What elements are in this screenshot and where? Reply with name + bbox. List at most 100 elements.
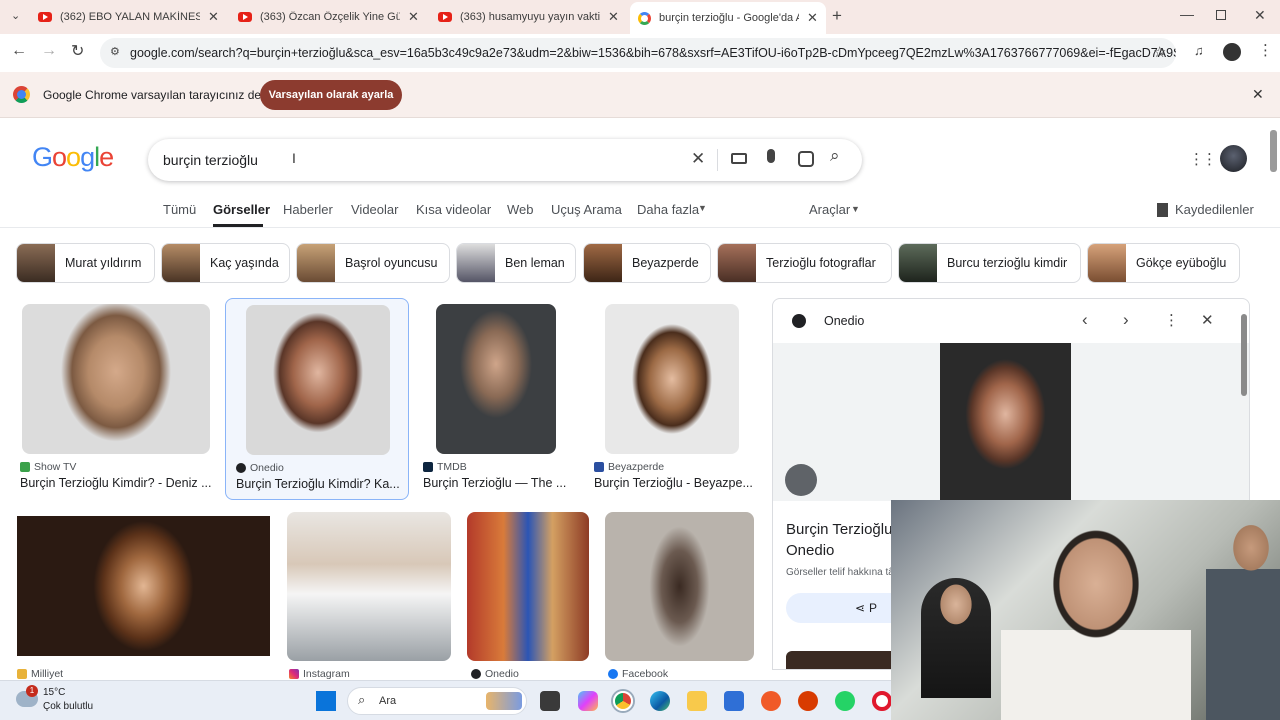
minimize-icon[interactable]: — xyxy=(1180,6,1194,22)
chip-gokce-eyuboglu[interactable]: Gökçe eyüboğlu xyxy=(1087,243,1240,283)
result-source[interactable]: Beyazperde xyxy=(594,461,664,473)
close-notice-icon[interactable]: ✕ xyxy=(1252,86,1264,103)
tab-images[interactable]: Görseller xyxy=(213,202,270,217)
chip-burcu-terzioglu-kimdir[interactable]: Burcu terzioğlu kimdir xyxy=(898,243,1081,283)
office-icon[interactable] xyxy=(798,691,818,711)
copilot-icon[interactable] xyxy=(578,691,598,711)
result-source[interactable]: Show TV xyxy=(20,461,76,473)
image-result[interactable]: Show TV Burçin Terzioğlu Kimdir? - Deniz… xyxy=(16,298,216,498)
tab-news[interactable]: Haberler xyxy=(283,202,333,217)
site-info-icon[interactable]: ⚙ xyxy=(110,45,120,58)
tab-more[interactable]: Daha fazla xyxy=(637,202,699,217)
image-result[interactable]: Instagram xyxy=(287,512,452,682)
chrome-taskbar-icon[interactable] xyxy=(613,691,633,711)
image-result-selected[interactable]: Onedio Burçin Terzioğlu Kimdir? Ka... xyxy=(225,298,409,500)
result-source[interactable]: Onedio xyxy=(471,668,519,680)
result-image[interactable] xyxy=(436,304,556,454)
set-default-button[interactable]: Varsayılan olarak ayarla xyxy=(260,80,402,110)
chip-terzioglu-fotograflar[interactable]: Terzioğlu fotograflar xyxy=(717,243,892,283)
close-tab-icon[interactable]: ✕ xyxy=(608,9,619,25)
browser-tab-active[interactable]: burçin terzioğlu - Google'da Ara ✕ xyxy=(630,2,826,34)
result-title[interactable]: Burçin Terzioğlu Kimdir? Ka... xyxy=(236,477,402,491)
windows-start-icon[interactable] xyxy=(316,691,336,711)
image-result[interactable]: Milliyet xyxy=(17,512,271,682)
page-scrollbar[interactable] xyxy=(1270,130,1277,172)
window-close-icon[interactable]: ✕ xyxy=(1254,7,1266,24)
chip-kac-yasinda[interactable]: Kaç yaşında xyxy=(161,243,290,283)
tab-videos[interactable]: Videolar xyxy=(351,202,398,217)
visual-search-icon[interactable] xyxy=(785,464,817,496)
store-icon[interactable] xyxy=(724,691,744,711)
edge-icon[interactable] xyxy=(650,691,670,711)
result-image[interactable] xyxy=(246,305,390,455)
image-result[interactable]: Beyazperde Burçin Terzioğlu - Beyazpe... xyxy=(590,298,756,498)
search-input[interactable]: burçin terzioğlu xyxy=(163,152,258,168)
result-image[interactable] xyxy=(22,304,210,454)
search-icon[interactable]: ⌕ xyxy=(830,146,840,166)
tab-flights[interactable]: Uçuş Arama xyxy=(551,202,622,217)
panel-title-source[interactable]: Onedio xyxy=(786,542,834,559)
chip-basrol-oyuncusu[interactable]: Başrol oyuncusu xyxy=(296,243,450,283)
keyboard-icon[interactable] xyxy=(731,153,747,164)
media-controls-icon[interactable]: ♫ xyxy=(1194,43,1204,58)
close-tab-icon[interactable]: ✕ xyxy=(408,9,419,25)
saved-link[interactable]: Kaydedilenler xyxy=(1175,202,1254,217)
file-explorer-icon[interactable] xyxy=(687,691,707,711)
result-title[interactable]: Burçin Terzioğlu — The ... xyxy=(423,476,573,490)
tab-web[interactable]: Web xyxy=(507,202,534,217)
image-result[interactable]: Facebook xyxy=(605,512,755,682)
panel-scrollbar[interactable] xyxy=(1241,314,1247,396)
browser-tab-3[interactable]: (363) husamyuyu yayın vakti 10 ✕ xyxy=(430,4,627,30)
clear-search-icon[interactable]: ✕ xyxy=(691,149,705,169)
new-tab-icon[interactable]: + xyxy=(832,6,842,26)
tab-all[interactable]: Tümü xyxy=(163,202,196,217)
url-field[interactable]: ⚙ google.com/search?q=burçin+terzioğlu&s… xyxy=(100,38,1176,68)
tab-search-chevron-icon[interactable]: ⌄ xyxy=(11,9,20,22)
reload-icon[interactable]: ↻ xyxy=(71,41,84,61)
taskbar-search[interactable]: ⌕ Ara xyxy=(347,687,527,715)
result-title[interactable]: Burçin Terzioğlu - Beyazpe... xyxy=(594,476,754,490)
result-image[interactable] xyxy=(287,512,451,661)
task-view-icon[interactable] xyxy=(540,691,560,711)
tab-short-videos[interactable]: Kısa videolar xyxy=(416,202,491,217)
result-source[interactable]: Instagram xyxy=(289,668,350,680)
maximize-icon[interactable] xyxy=(1216,10,1226,20)
browser-tab-1[interactable]: (362) EBO YALAN MAKİNESİNDE ✕ xyxy=(30,4,227,30)
close-tab-icon[interactable]: ✕ xyxy=(208,9,219,25)
result-title[interactable]: Burçin Terzioğlu Kimdir? - Deniz ... xyxy=(20,476,212,490)
account-avatar[interactable] xyxy=(1220,145,1247,172)
panel-title[interactable]: Burçin Terzioğlu xyxy=(786,521,892,538)
result-source[interactable]: Facebook xyxy=(608,668,668,680)
result-image[interactable] xyxy=(467,512,589,661)
result-source[interactable]: TMDB xyxy=(423,461,467,473)
previous-image-icon[interactable]: ‹ xyxy=(1082,310,1088,330)
result-image[interactable] xyxy=(17,516,270,656)
whatsapp-icon[interactable] xyxy=(835,691,855,711)
bookmark-star-icon[interactable]: ☆ xyxy=(1153,43,1166,61)
chip-ben-leman[interactable]: Ben leman xyxy=(456,243,576,283)
result-image[interactable] xyxy=(605,512,754,661)
image-result[interactable]: Onedio xyxy=(467,512,592,682)
opera-icon[interactable] xyxy=(872,691,892,711)
next-image-icon[interactable]: › xyxy=(1123,310,1129,330)
result-source[interactable]: Onedio xyxy=(236,462,284,474)
browser-menu-icon[interactable]: ⋮ xyxy=(1258,41,1273,59)
profile-avatar[interactable] xyxy=(1223,43,1241,61)
panel-source[interactable]: Onedio xyxy=(824,314,864,328)
chip-murat-yildirim[interactable]: Murat yıldırım xyxy=(16,243,155,283)
lens-icon[interactable] xyxy=(798,151,814,167)
app-icon[interactable] xyxy=(761,691,781,711)
preview-image[interactable] xyxy=(940,343,1071,501)
result-source[interactable]: Milliyet xyxy=(17,668,63,680)
microphone-icon[interactable] xyxy=(767,149,775,163)
close-tab-icon[interactable]: ✕ xyxy=(807,10,818,26)
back-icon[interactable]: ← xyxy=(11,42,27,60)
more-options-icon[interactable]: ⋮ xyxy=(1164,311,1179,329)
close-panel-icon[interactable]: ✕ xyxy=(1201,311,1214,329)
google-logo[interactable]: Google xyxy=(32,142,114,173)
forward-icon[interactable]: → xyxy=(41,42,57,60)
browser-tab-2[interactable]: (363) Özcan Özçelik Yine Güldü ✕ xyxy=(230,4,427,30)
related-image[interactable] xyxy=(786,651,906,669)
search-box[interactable]: burçin terzioğlu I ✕ ⌕ xyxy=(148,139,862,181)
image-result[interactable]: TMDB Burçin Terzioğlu — The ... xyxy=(418,298,578,498)
